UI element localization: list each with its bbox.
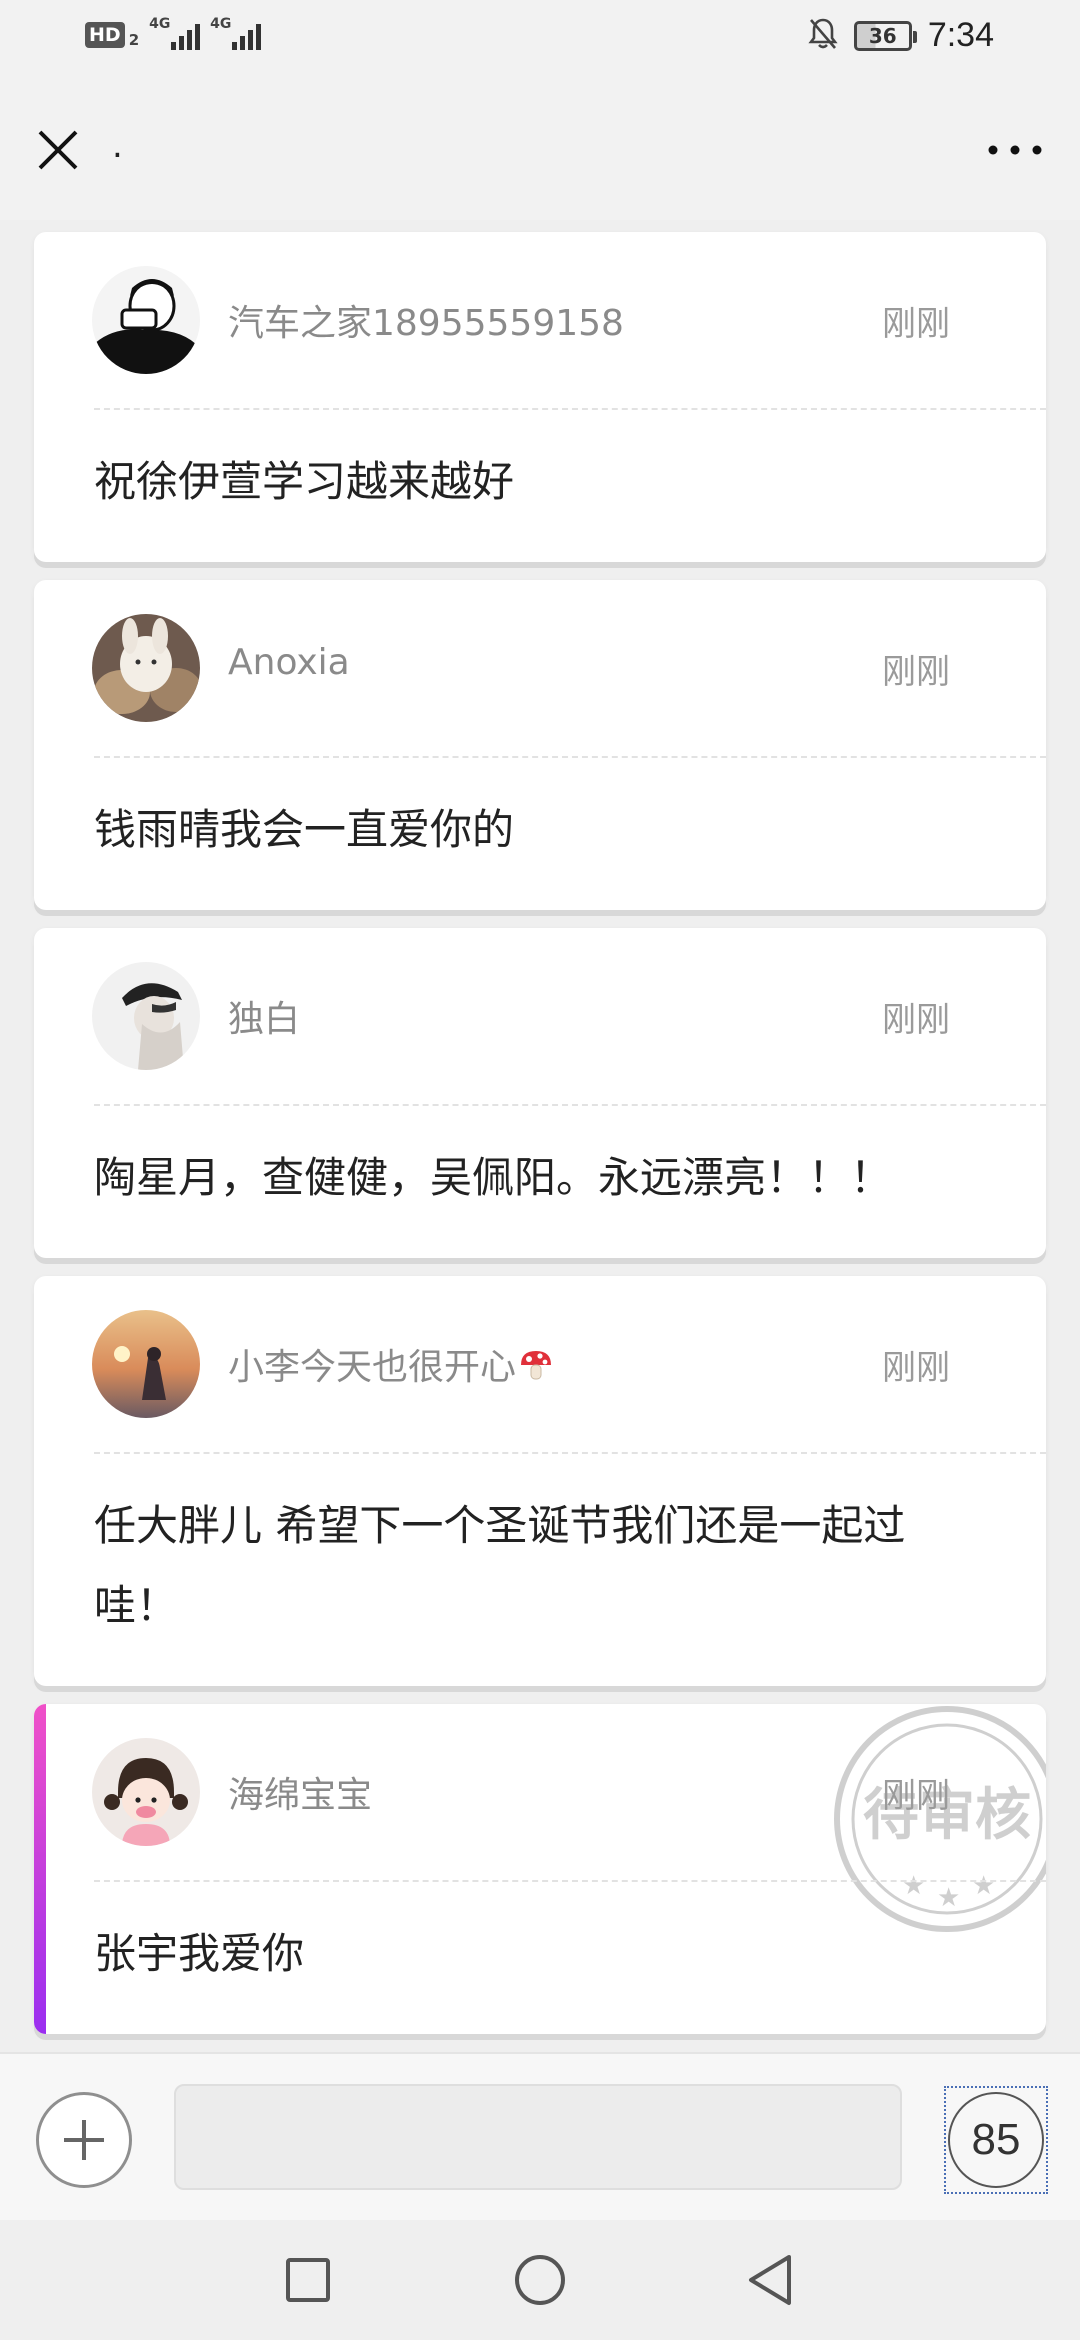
circle-icon: [515, 2255, 565, 2305]
card-header: 汽车之家18955559158 刚刚: [34, 232, 1046, 410]
timestamp: 刚刚: [882, 1000, 950, 1040]
input-bar: 85: [0, 2052, 1080, 2220]
add-button[interactable]: [36, 2092, 132, 2188]
count-button[interactable]: 85: [944, 2086, 1048, 2194]
divider: [94, 756, 1046, 758]
message-card[interactable]: 独白 刚刚 陶星月，查健健，吴佩阳。永远漂亮！！！: [34, 928, 1046, 1258]
close-button[interactable]: [30, 122, 86, 178]
navigation-bar: [0, 2220, 1080, 2340]
user-name: 小李今天也很开心: [228, 1338, 554, 1392]
hd-sub: 2: [128, 31, 140, 49]
mushroom-emoji-icon: [518, 1347, 554, 1392]
network-label-2: 4G: [210, 16, 232, 32]
card-header: Anoxia 刚刚: [34, 580, 1046, 758]
user-name: 汽车之家18955559158: [228, 303, 624, 344]
home-button[interactable]: [508, 2248, 572, 2312]
message-text: 钱雨晴我会一直爱你的: [94, 805, 515, 854]
screen: HD 2 4G 4G 36 7:34 . 汽车之家18955559158 刚刚 …: [0, 0, 1080, 2340]
timestamp: 刚刚: [882, 1776, 950, 1816]
status-left: HD 2 4G 4G: [85, 16, 262, 50]
count-badge: 85: [948, 2092, 1044, 2188]
card-header: 海绵宝宝 刚刚: [34, 1704, 1046, 1882]
page-title: .: [112, 126, 123, 166]
user-name-text: 小李今天也很开心: [228, 1347, 517, 1388]
avatar[interactable]: [92, 614, 200, 722]
recents-button[interactable]: [276, 2248, 340, 2312]
more-icon: [988, 145, 1042, 155]
title-bar: .: [0, 80, 1080, 220]
divider: [94, 408, 1046, 410]
card-header: 独白 刚刚: [34, 928, 1046, 1106]
avatar[interactable]: [92, 266, 200, 374]
message-text: 任大胖儿 希望下一个圣诞节我们还是一起过哇！: [94, 1501, 906, 1630]
divider: [94, 1452, 1046, 1454]
signal-1-icon: 4G: [149, 16, 201, 50]
square-icon: [286, 2258, 330, 2302]
timestamp: 刚刚: [882, 652, 950, 692]
bell-muted-icon: [808, 17, 838, 55]
timestamp: 刚刚: [882, 304, 950, 344]
more-button[interactable]: [980, 122, 1050, 178]
network-label-1: 4G: [149, 16, 171, 32]
card-header: 小李今天也很开心 刚刚: [34, 1276, 1046, 1454]
status-bar: HD 2 4G 4G 36 7:34: [0, 0, 1080, 80]
message-card-pending[interactable]: 待审核 ★ ★ ★ 海绵宝宝 刚刚 张宇我爱你: [34, 1704, 1046, 2034]
avatar[interactable]: [92, 1738, 200, 1846]
user-name: 独白: [228, 999, 301, 1040]
message-text: 陶星月，查健健，吴佩阳。永远漂亮！！！: [94, 1153, 893, 1202]
timestamp: 刚刚: [882, 1348, 950, 1388]
divider: [94, 1880, 1046, 1882]
triangle-back-icon: [749, 2255, 791, 2305]
status-right: 36 7:34: [808, 16, 994, 55]
message-text: 祝徐伊萱学习越来越好: [94, 457, 515, 506]
message-card[interactable]: 小李今天也很开心 刚刚 任大胖儿 希望下一个圣诞节我们还是一起过哇！: [34, 1276, 1046, 1686]
clock: 7:34: [927, 16, 994, 54]
divider: [94, 1104, 1046, 1106]
signal-2-icon: 4G: [210, 16, 262, 50]
battery-indicator: 36: [853, 20, 917, 51]
back-button[interactable]: [738, 2248, 802, 2312]
message-input[interactable]: [174, 2084, 902, 2190]
avatar[interactable]: [92, 1310, 200, 1418]
close-icon: [38, 130, 78, 170]
user-name: Anoxia: [228, 642, 350, 683]
plus-icon: [64, 2120, 104, 2160]
svg-text:★: ★: [937, 1883, 960, 1913]
hd-badge: HD: [85, 22, 125, 48]
message-card[interactable]: Anoxia 刚刚 钱雨晴我会一直爱你的: [34, 580, 1046, 910]
message-card[interactable]: 汽车之家18955559158 刚刚 祝徐伊萱学习越来越好: [34, 232, 1046, 562]
avatar[interactable]: [92, 962, 200, 1070]
user-name: 海绵宝宝: [228, 1775, 373, 1816]
